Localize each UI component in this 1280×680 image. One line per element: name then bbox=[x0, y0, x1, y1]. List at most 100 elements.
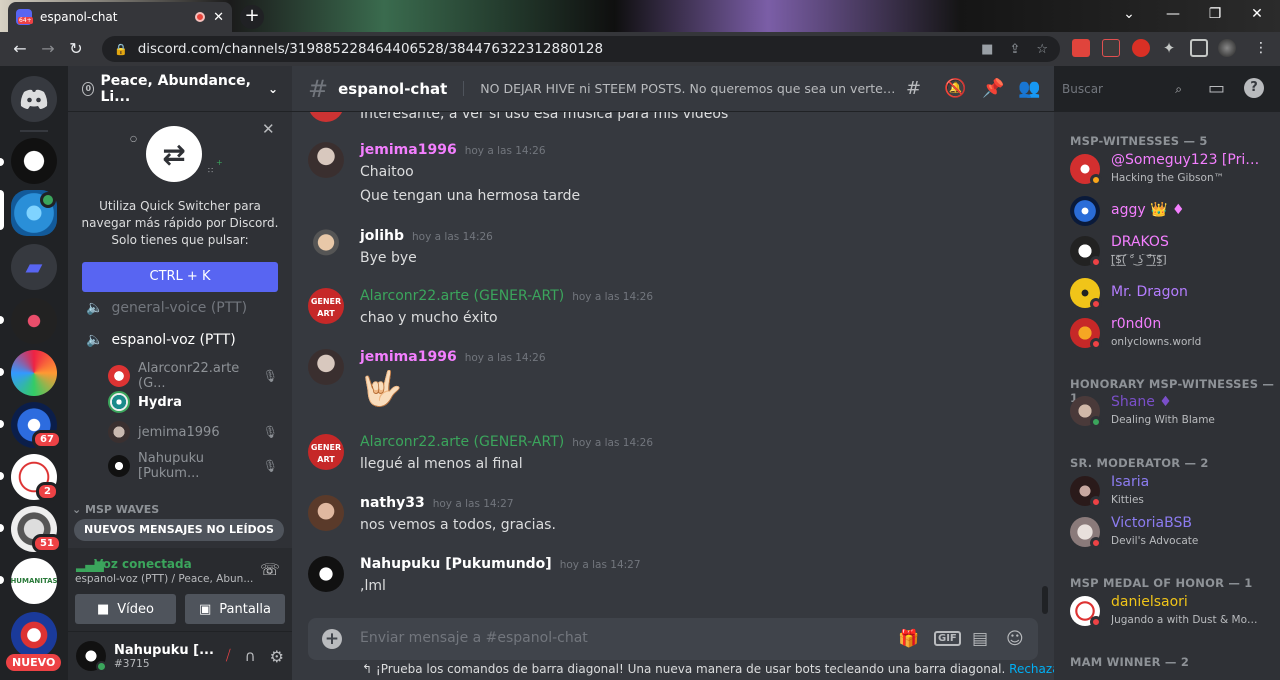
search-input[interactable]: Buscar ⌕ bbox=[1056, 77, 1190, 101]
extensions-puzzle-icon[interactable]: ✦ bbox=[1160, 39, 1178, 57]
bookmark-star-icon[interactable]: ☆ bbox=[1036, 42, 1048, 57]
close-icon[interactable]: ✕ bbox=[262, 120, 275, 138]
voice-status[interactable]: Voz conectada bbox=[94, 557, 192, 571]
member-item[interactable]: aggy 👑 ♦ bbox=[1070, 192, 1270, 232]
avatar[interactable] bbox=[308, 495, 344, 531]
video-button[interactable]: ■ Vídeo bbox=[75, 594, 176, 624]
voice-channel-espanol[interactable]: 🔈 espanol-voz (PTT) bbox=[86, 332, 236, 348]
add-attachment-icon[interactable]: + bbox=[322, 629, 342, 649]
browser-menu-icon[interactable]: ⋮ bbox=[1254, 40, 1268, 56]
muted-mic-icon: 🎙 bbox=[262, 369, 278, 383]
key-extension-icon[interactable] bbox=[1102, 39, 1120, 57]
emoji-icon[interactable]: ☺ bbox=[1006, 629, 1024, 649]
category-msp-waves[interactable]: ⌄ MSP WAVES bbox=[72, 503, 159, 516]
avatar[interactable] bbox=[308, 556, 344, 592]
avatar[interactable]: GENER ART bbox=[308, 434, 344, 470]
quick-switcher-tip: ✕ ⇄ ○ + ∷ Utiliza Quick Switcher para na… bbox=[68, 114, 292, 304]
member-item[interactable]: danielsaori Jugando a with Dust & Monste… bbox=[1070, 592, 1270, 632]
scrollbar-thumb[interactable] bbox=[1042, 586, 1048, 614]
gift-icon[interactable]: 🎁 bbox=[898, 629, 919, 649]
server-icon-bee[interactable] bbox=[11, 298, 57, 344]
server-icon-humanitas[interactable]: HUMANITAS bbox=[11, 558, 57, 604]
server-icon-mundo[interactable] bbox=[11, 138, 57, 184]
voice-user[interactable]: Hydra bbox=[108, 391, 278, 413]
message-author[interactable]: Nahupuku [Pukumundo] hoy a las 14:27 bbox=[360, 556, 641, 572]
share-icon[interactable]: ⇪ bbox=[1009, 42, 1020, 57]
server-icon-star[interactable] bbox=[11, 612, 57, 658]
server-icon-rainbow[interactable] bbox=[11, 350, 57, 396]
avatar[interactable] bbox=[308, 228, 344, 264]
server-folder-icon[interactable]: ▰ bbox=[11, 244, 57, 290]
member-item[interactable]: r0nd0n onlyclowns.world bbox=[1070, 314, 1270, 354]
inbox-icon[interactable]: ▭ bbox=[1208, 78, 1225, 99]
lock-icon: 🔒 bbox=[114, 42, 128, 56]
disconnect-icon[interactable]: ☏ bbox=[260, 560, 280, 579]
sticker-icon[interactable]: ▤ bbox=[972, 629, 988, 649]
member-category: SR. MODERATOR — 2 bbox=[1070, 456, 1209, 470]
member-item[interactable]: Isaria Kitties bbox=[1070, 472, 1270, 512]
message-author[interactable]: jemima1996 hoy a las 14:26 bbox=[360, 349, 546, 365]
gif-icon[interactable]: GIF bbox=[934, 631, 961, 646]
member-item[interactable]: VictoriaBSB Devil's Advocate bbox=[1070, 513, 1270, 553]
shield-extension-icon[interactable] bbox=[1132, 39, 1150, 57]
message-author[interactable]: Alarconr22.arte (GENER-ART) hoy a las 14:… bbox=[360, 434, 653, 450]
message-composer[interactable]: + Enviar mensaje a #espanol-chat 🎁 GIF ▤… bbox=[308, 618, 1038, 660]
member-activity: [̲̅$̲̅(̲̅ ͡° ͜ʖ ͡°̲̅)̲̅$̲̅] bbox=[1111, 254, 1167, 266]
minimize-button[interactable]: — bbox=[1152, 0, 1194, 30]
voice-connected-icon bbox=[40, 192, 56, 208]
channel-topic[interactable]: NO DEJAR HIVE ni STEEM POSTS. No queremo… bbox=[463, 81, 903, 96]
quick-switcher-button[interactable]: CTRL + K bbox=[82, 262, 278, 292]
voice-user[interactable]: jemima1996 🎙 bbox=[108, 421, 278, 443]
help-icon[interactable]: ? bbox=[1244, 78, 1264, 98]
muted-mic-icon[interactable]: ⧸ bbox=[226, 648, 231, 664]
maximize-button[interactable]: ❐ bbox=[1194, 0, 1236, 30]
message-author[interactable]: Alarconr22.arte (GENER-ART) hoy a las 14:… bbox=[360, 288, 653, 304]
member-list-icon[interactable]: 👥 bbox=[1018, 78, 1040, 99]
pin-icon[interactable]: 📌 bbox=[982, 78, 1004, 99]
avatar[interactable]: GENER ART bbox=[308, 288, 344, 324]
forward-icon[interactable]: → bbox=[34, 35, 62, 63]
member-item[interactable]: Shane ♦ Dealing With Blame bbox=[1070, 392, 1270, 432]
close-tab-icon[interactable]: ✕ bbox=[213, 10, 224, 25]
gear-icon[interactable]: ⚙ bbox=[270, 647, 284, 666]
avatar[interactable] bbox=[308, 142, 344, 178]
channel-sidebar: 0 Peace, Abundance, Li... ⌄ ✕ ⇄ ○ + ∷ Ut… bbox=[68, 66, 292, 680]
profile-avatar[interactable] bbox=[1218, 39, 1236, 57]
tab-search-icon[interactable]: ⌄ bbox=[1108, 0, 1150, 30]
member-name: Mr. Dragon bbox=[1111, 284, 1188, 300]
avatar[interactable] bbox=[308, 349, 344, 385]
address-bar[interactable]: 🔒 discord.com/channels/31988522846440652… bbox=[102, 36, 1060, 62]
member-item[interactable]: DRAKOS [̲̅$̲̅(̲̅ ͡° ͜ʖ ͡°̲̅)̲̅$̲̅] bbox=[1070, 232, 1270, 272]
notification-bell-icon[interactable]: 🔕 bbox=[944, 78, 966, 99]
threads-icon[interactable]: # bbox=[906, 78, 921, 99]
unread-pill bbox=[0, 472, 4, 480]
discord-home-button[interactable] bbox=[11, 76, 57, 122]
new-messages-bar[interactable]: NUEVOS MENSAJES NO LEÍDOS bbox=[74, 519, 284, 541]
new-tab-button[interactable]: + bbox=[240, 5, 264, 29]
back-icon[interactable]: ← bbox=[6, 35, 34, 63]
server-header[interactable]: 0 Peace, Abundance, Li... ⌄ bbox=[68, 66, 292, 112]
close-window-button[interactable]: ✕ bbox=[1236, 0, 1278, 30]
url-text: discord.com/channels/319885228464406528/… bbox=[137, 41, 604, 57]
emoji-message: 🤟🏻 bbox=[360, 369, 403, 409]
voice-channel-general[interactable]: 🔈 general-voice (PTT) bbox=[86, 300, 247, 316]
member-item[interactable]: Mr. Dragon bbox=[1070, 274, 1270, 314]
message-author[interactable]: jemima1996 hoy a las 14:26 bbox=[360, 142, 546, 158]
message-author[interactable]: jolihb hoy a las 14:26 bbox=[360, 228, 493, 244]
voice-user[interactable]: Nahupuku [Pukum... 🎙 bbox=[108, 451, 278, 481]
side-panel-icon[interactable] bbox=[1190, 39, 1208, 57]
browser-tab[interactable]: espanol-chat ✕ bbox=[8, 2, 232, 32]
youtube-extension-icon[interactable] bbox=[1072, 39, 1090, 57]
voice-location[interactable]: espanol-voz (PTT) / Peace, Abun... bbox=[75, 573, 253, 585]
headphones-icon[interactable]: ∩ bbox=[245, 647, 256, 665]
avatar[interactable] bbox=[76, 641, 107, 672]
camera-icon[interactable]: ■ bbox=[981, 42, 993, 57]
reload-icon[interactable]: ↻ bbox=[62, 35, 90, 63]
voice-user[interactable]: Alarconr22.arte (G... 🎙 bbox=[108, 361, 278, 391]
muted-mic-icon: 🎙 bbox=[262, 459, 278, 473]
message-text: Que tengan una hermosa tarde bbox=[360, 188, 581, 204]
member-item[interactable]: @Someguy123 [Privex... Hacking the Gibso… bbox=[1070, 150, 1270, 190]
message-author[interactable]: nathy33 hoy a las 14:27 bbox=[360, 495, 514, 511]
screen-share-button[interactable]: ▣ Pantalla bbox=[185, 594, 285, 624]
message-text: nos vemos a todos, gracias. bbox=[360, 517, 556, 533]
